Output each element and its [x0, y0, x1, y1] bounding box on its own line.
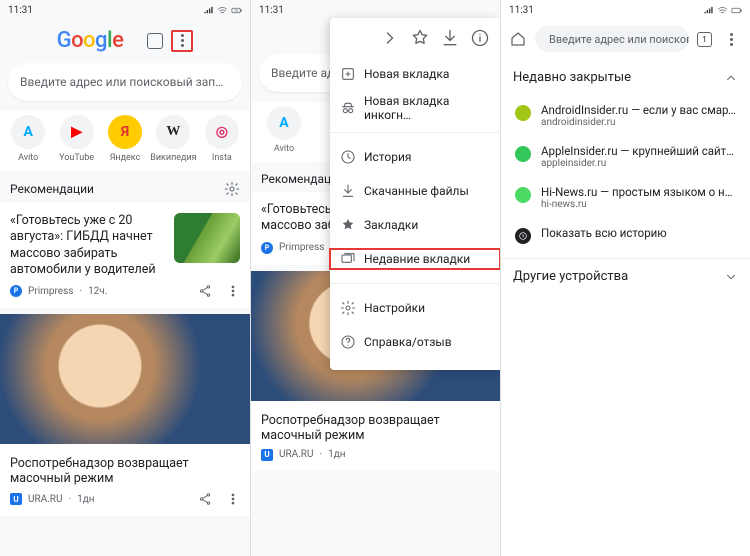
more-vert-icon[interactable]: [226, 284, 240, 298]
info-button[interactable]: [470, 28, 490, 48]
download-icon: [340, 183, 356, 199]
menu-settings[interactable]: Настройки: [330, 298, 500, 318]
shortcut-yandex[interactable]: ЯЯндекс: [101, 115, 149, 163]
pane-recent-tabs: 11:31 Введите адрес или поисков 1 Недавн…: [500, 0, 750, 556]
source-icon: U: [10, 493, 22, 505]
menu-downloads[interactable]: Скачанные файлы: [330, 181, 500, 201]
more-vert-icon: [181, 34, 184, 47]
forward-button[interactable]: [380, 28, 400, 48]
battery-icon: [731, 5, 742, 16]
help-icon: [340, 334, 356, 350]
feed-article[interactable]: «Готовьтесь уже с 20 августа»: ГИБДД нач…: [0, 203, 250, 308]
menu-incognito[interactable]: Новая вкладка инкогн…: [330, 98, 500, 118]
share-icon[interactable]: [198, 492, 212, 506]
google-logo: Google: [57, 28, 124, 53]
overflow-menu-button[interactable]: [720, 28, 742, 50]
feed-article[interactable]: Роспотребнадзор возвращает масочный режи…: [0, 444, 250, 516]
download-button[interactable]: [440, 28, 460, 48]
recent-tabs-icon: [340, 251, 356, 267]
overflow-menu-button[interactable]: [171, 30, 193, 52]
share-icon[interactable]: [198, 284, 212, 298]
status-bar: 11:31: [251, 0, 500, 20]
show-full-history[interactable]: Показать всю историю: [501, 218, 750, 252]
article-hero-image[interactable]: [0, 314, 250, 444]
incognito-icon: [340, 100, 356, 116]
status-time: 11:31: [509, 5, 534, 16]
article-thumb: [174, 213, 240, 263]
wifi-icon: [217, 5, 228, 16]
shortcut-wikipedia[interactable]: WВикипедия: [149, 115, 197, 163]
favicon: [515, 105, 531, 121]
status-icons: 73: [203, 5, 242, 16]
home-icon[interactable]: [509, 30, 527, 48]
recent-tab-item[interactable]: Hi-News.ru — простым языком о науке, …hi…: [501, 177, 750, 218]
feed-article[interactable]: Роспотребнадзор возвращает масочный режи…: [251, 401, 500, 471]
battery-icon: 73: [231, 5, 242, 16]
history-icon: [340, 149, 356, 165]
shortcut-avito[interactable]: AAvito: [4, 115, 52, 163]
shortcut-insta[interactable]: ◎Insta: [198, 115, 246, 163]
menu-help[interactable]: Справка/отзыв: [330, 332, 500, 352]
shortcut-youtube[interactable]: ▶YouTube: [52, 115, 100, 163]
google-logo-row: Google: [0, 20, 250, 63]
recent-tab-item[interactable]: AndroidInsider.ru — если у вас смартфо…a…: [501, 95, 750, 136]
wifi-icon: [717, 5, 728, 16]
section-other-devices[interactable]: Другие устройства: [501, 258, 750, 294]
bookmark-button[interactable]: [410, 28, 430, 48]
chevron-up-icon: [724, 71, 738, 85]
article-title: «Готовьтесь уже с 20 августа»: ГИБДД нач…: [10, 213, 166, 278]
shortcuts-row: AAvito ▶YouTube ЯЯндекс WВикипедия ◎Inst…: [0, 111, 250, 171]
status-time: 11:31: [8, 5, 33, 16]
pane-chrome-home: 11:31 73 Google Введите адрес или поиско…: [0, 0, 250, 556]
signal-icon: [203, 5, 214, 16]
article-title: Роспотребнадзор возвращает масочный режи…: [10, 456, 240, 486]
feed-header: Рекомендации: [0, 171, 250, 203]
chevron-down-icon: [724, 270, 738, 284]
feed-label: Рекомендации: [10, 182, 94, 196]
star-icon: [340, 217, 356, 233]
tab-switcher-button[interactable]: [147, 33, 163, 49]
status-time: 11:31: [259, 5, 284, 16]
article-title: Роспотребнадзор возвращает масочный режи…: [261, 413, 490, 443]
signal-icon: [703, 5, 714, 16]
more-vert-icon[interactable]: [226, 492, 240, 506]
menu-recent-tabs[interactable]: Недавние вкладки: [330, 249, 500, 269]
plus-square-icon: [340, 66, 356, 82]
source-icon: P: [10, 285, 22, 297]
favicon: [515, 146, 531, 162]
tab-switcher-button[interactable]: 1: [697, 32, 712, 47]
history-icon: [515, 228, 531, 244]
toolbar: Введите адрес или поисков 1: [501, 20, 750, 60]
gear-icon: [340, 300, 356, 316]
shortcut-avito[interactable]: AAvito: [261, 106, 307, 154]
section-recently-closed[interactable]: Недавно закрытые: [501, 60, 750, 95]
menu-new-tab[interactable]: Новая вкладка: [330, 64, 500, 84]
menu-history[interactable]: История: [330, 147, 500, 167]
gear-icon[interactable]: [224, 181, 240, 197]
search-placeholder: Введите адрес или поисковый зап…: [20, 75, 223, 89]
favicon: [515, 187, 531, 203]
pane-menu-open: 11:31 Введите адре AAvito Рекомендации «…: [250, 0, 500, 556]
article-meta: U URA.RU·1дн: [10, 492, 240, 506]
status-bar: 11:31 73: [0, 0, 250, 20]
svg-text:73: 73: [234, 8, 238, 12]
search-input[interactable]: Введите адрес или поисковый зап…: [8, 63, 242, 101]
status-bar: 11:31: [501, 0, 750, 20]
address-bar[interactable]: Введите адрес или поисков: [535, 26, 689, 52]
recent-tab-item[interactable]: AppleInsider.ru — крупнейший сайт о iP…a…: [501, 136, 750, 177]
article-meta: P Primpress·12ч.: [10, 284, 240, 298]
menu-bookmarks[interactable]: Закладки: [330, 215, 500, 235]
overflow-menu: Новая вкладка Новая вкладка инкогн… Исто…: [330, 18, 500, 370]
